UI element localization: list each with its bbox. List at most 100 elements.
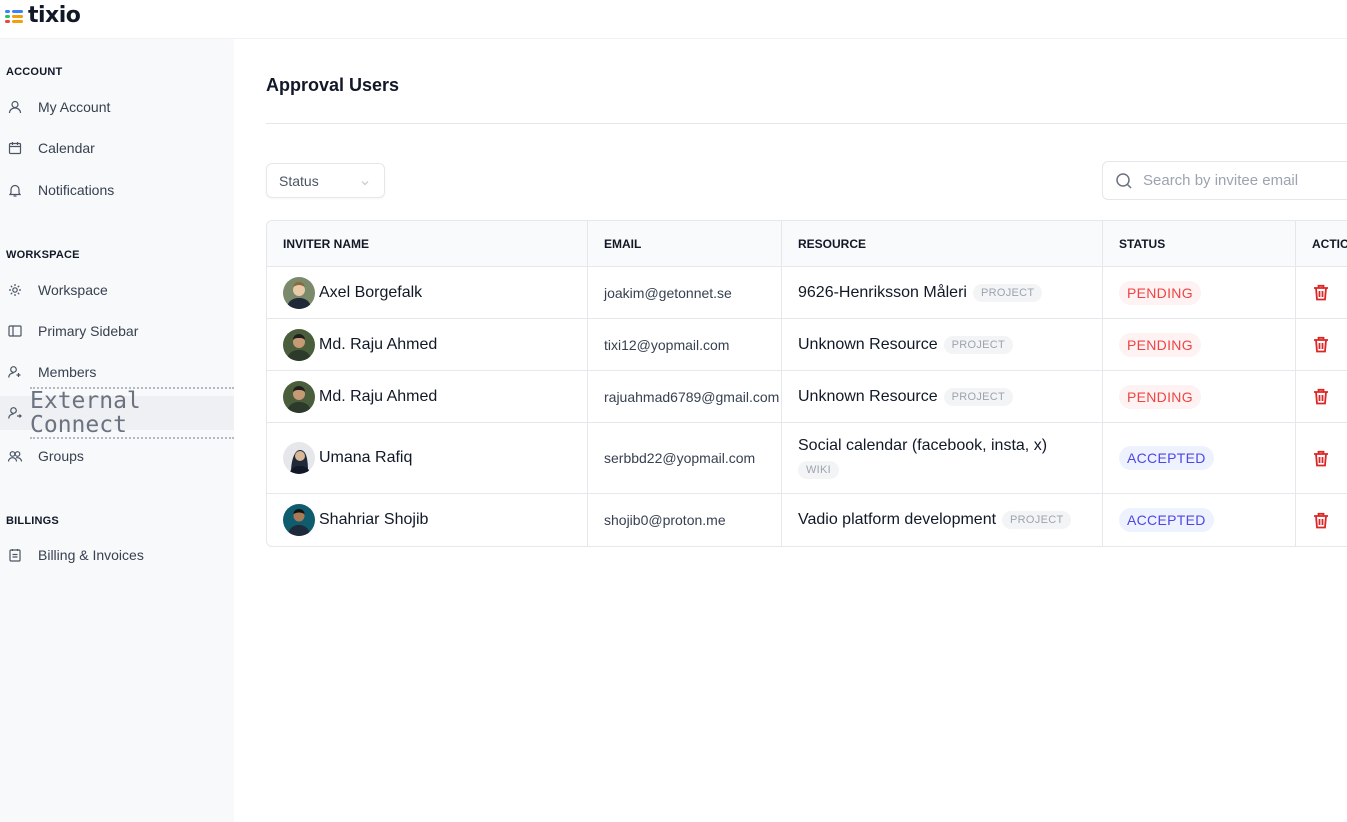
status-badge: ACCEPTED [1119,508,1214,532]
table-header: INVITER NAME EMAIL RESOURCE STATUS ACTIO… [267,221,1347,267]
inviter-cell: Md. Raju Ahmed [267,319,588,370]
table-row: Axel Borgefalk joakim@getonnet.se 9626-H… [267,267,1347,319]
action-cell [1296,371,1347,422]
column-header-inviter-name[interactable]: INVITER NAME [267,221,588,267]
sidebar-item-notifications[interactable]: Notifications [0,173,234,207]
sidebar-item-label: Members [38,364,97,380]
search-input[interactable] [1143,162,1343,199]
delete-button[interactable] [1312,284,1330,302]
sidebar-item-billing-invoices[interactable]: Billing & Invoices [0,538,234,572]
action-cell [1296,319,1347,370]
status-badge: PENDING [1119,332,1201,357]
inviter-name: Umana Rafiq [319,449,413,466]
table-row: Md. Raju Ahmed tixi12@yopmail.com Unknow… [267,319,1347,371]
sidebar-item-label: Billing & Invoices [38,547,144,563]
invitee-email: serbbd22@yopmail.com [604,450,756,466]
invoice-icon [8,548,22,562]
logo-icon [5,7,25,25]
settings-sidebar: ACCOUNT My Account Calendar Notification… [0,39,234,822]
email-cell: joakim@getonnet.se [588,267,782,318]
column-header-status[interactable]: STATUS [1103,221,1296,267]
delete-button[interactable] [1312,511,1330,529]
search-box[interactable] [1102,161,1347,200]
delete-button[interactable] [1312,388,1330,406]
resource-type-badge: PROJECT [943,387,1014,406]
resource-name[interactable]: Social calendar (facebook, insta, x) [798,437,1047,455]
resource-cell: Unknown Resource PROJECT [782,371,1103,422]
sidebar-item-label: Calendar [38,140,95,156]
chevron-down-icon [360,175,370,191]
app-logo[interactable]: tixio [5,3,81,28]
user-link-icon [8,406,22,420]
status-filter-select[interactable]: Status [266,163,385,198]
divider [266,123,1347,124]
app-name: tixio [28,3,81,28]
email-cell: serbbd22@yopmail.com [588,423,782,493]
section-title-billings: BILLINGS [6,515,59,527]
sidebar-item-groups[interactable]: Groups [0,439,234,473]
status-filter-label: Status [279,172,319,189]
sidebar-item-workspace[interactable]: Workspace [0,273,234,307]
bell-icon [8,183,22,197]
sidebar-item-label: Primary Sidebar [38,323,139,339]
avatar [283,328,315,361]
email-cell: tixi12@yopmail.com [588,319,782,370]
status-badge: ACCEPTED [1119,446,1214,470]
resource-name[interactable]: 9626-Henriksson Måleri [798,284,967,302]
inviter-cell: Shahriar Shojib [267,494,588,546]
resource-name[interactable]: Unknown Resource [798,388,938,406]
sidebar-icon [8,324,22,338]
users-icon [8,449,22,463]
avatar [283,380,315,413]
resource-cell: 9626-Henriksson Måleri PROJECT [782,267,1103,318]
email-cell: rajuahmad6789@gmail.com [588,371,782,422]
sidebar-item-label: Workspace [38,282,108,298]
invitee-email: tixi12@yopmail.com [604,336,730,353]
main-content: Approval Users Status INVITER NAME EMAIL… [234,39,1347,822]
inviter-name: Shahriar Shojib [319,511,429,528]
avatar [283,276,315,309]
table-row: Umana Rafiq serbbd22@yopmail.com Social … [267,423,1347,494]
inviter-name: Axel Borgefalk [319,283,423,301]
resource-cell: Vadio platform development PROJECT [782,494,1103,546]
section-title-account: ACCOUNT [6,66,63,78]
table-row: Md. Raju Ahmed rajuahmad6789@gmail.com U… [267,371,1347,423]
sidebar-item-calendar[interactable]: Calendar [0,131,234,165]
sidebar-item-label: External Connect [30,387,234,439]
column-header-email[interactable]: EMAIL [588,221,782,267]
avatar [283,442,315,474]
inviter-cell: Md. Raju Ahmed [267,371,588,422]
invitee-email: shojib0@proton.me [604,512,726,528]
resource-name[interactable]: Vadio platform development [798,511,996,529]
gear-icon [8,283,22,297]
status-badge: PENDING [1119,384,1201,409]
search-icon [1115,172,1133,195]
email-cell: shojib0@proton.me [588,494,782,546]
calendar-icon [8,141,22,155]
status-cell: PENDING [1103,267,1296,318]
status-cell: ACCEPTED [1103,423,1296,493]
resource-type-badge: WIKI [798,461,840,479]
sidebar-item-label: Groups [38,448,84,464]
column-header-resource[interactable]: RESOURCE [782,221,1103,267]
delete-button[interactable] [1312,336,1330,354]
status-badge: PENDING [1119,280,1201,305]
sidebar-item-primary-sidebar[interactable]: Primary Sidebar [0,314,234,348]
status-cell: PENDING [1103,371,1296,422]
sidebar-item-members[interactable]: Members [0,355,234,389]
action-cell [1296,423,1347,493]
invitee-email: joakim@getonnet.se [604,284,732,301]
resource-cell: Unknown Resource PROJECT [782,319,1103,370]
sidebar-item-label: My Account [38,99,111,115]
resource-name[interactable]: Unknown Resource [798,336,938,354]
inviter-name: Md. Raju Ahmed [319,387,438,405]
sidebar-item-my-account[interactable]: My Account [0,90,234,124]
delete-button[interactable] [1312,449,1330,467]
inviter-name: Md. Raju Ahmed [319,335,438,353]
sidebar-item-label: Notifications [38,182,115,198]
inviter-cell: Axel Borgefalk [267,267,588,318]
sidebar-item-external-connect[interactable]: External Connect [0,387,234,439]
page-title: Approval Users [266,75,400,95]
action-cell [1296,267,1347,318]
user-plus-icon [8,365,22,379]
